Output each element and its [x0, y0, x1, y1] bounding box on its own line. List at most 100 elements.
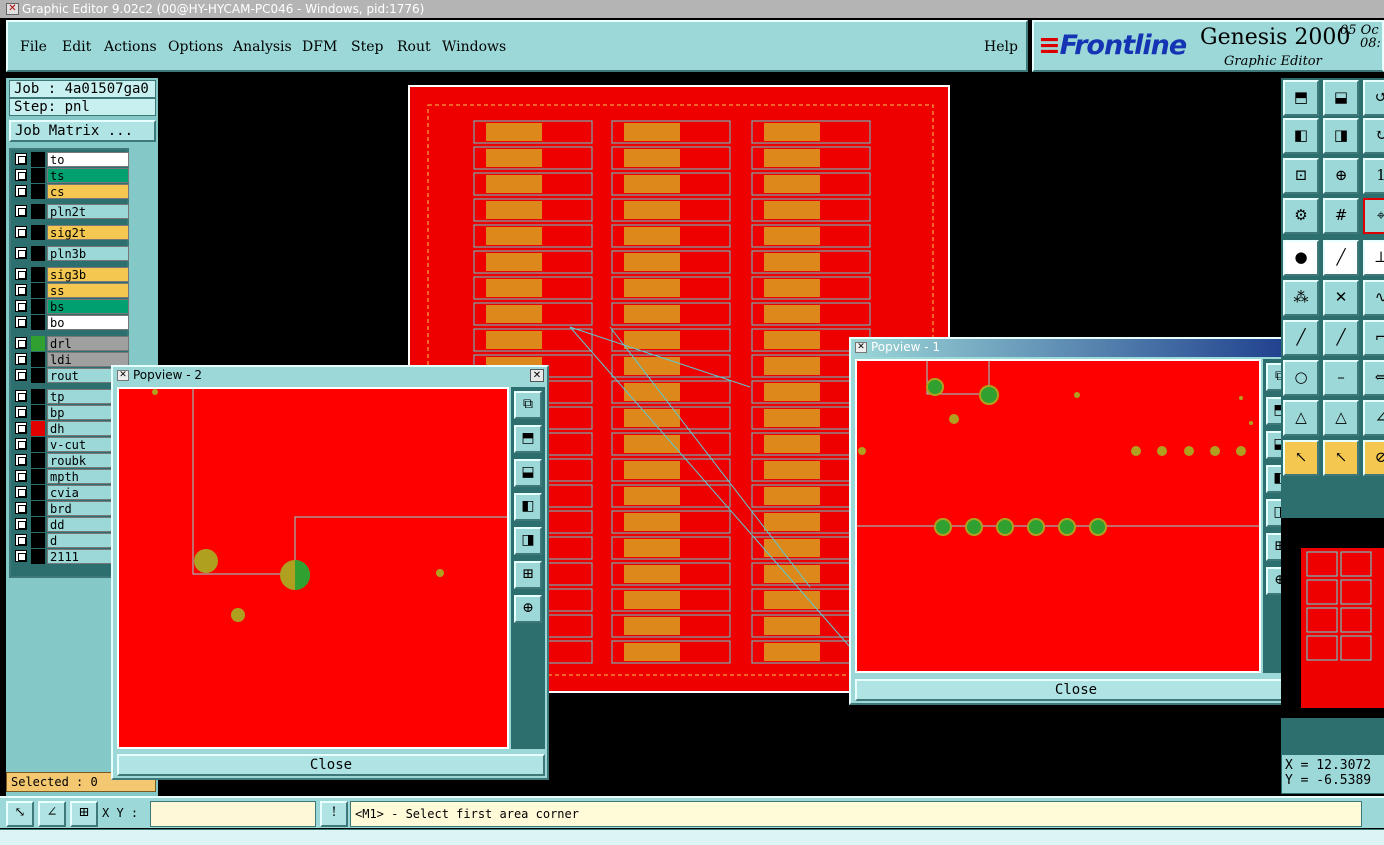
layer-name[interactable]: bo [47, 315, 129, 330]
pan-down-icon[interactable]: ⬓ [1323, 80, 1359, 116]
net-icon[interactable]: ⌖ [1363, 198, 1384, 234]
layer-checkbox[interactable] [15, 337, 27, 349]
menu-windows[interactable]: Windows [442, 39, 506, 55]
layer-checkbox[interactable] [15, 438, 27, 450]
layer-checkbox[interactable] [15, 169, 27, 181]
node-icon[interactable]: ⁂ [1283, 280, 1319, 316]
popview-1-view[interactable] [855, 359, 1261, 673]
layer-row[interactable]: ss [13, 283, 129, 298]
menu-edit[interactable]: Edit [62, 39, 91, 55]
menu-help[interactable]: Help [984, 39, 1018, 55]
menu-file[interactable]: File [20, 39, 47, 55]
zoom-in-icon[interactable]: ⊞ [514, 561, 542, 589]
layer-checkbox[interactable] [15, 369, 27, 381]
layer-checkbox[interactable] [15, 247, 27, 259]
layer-checkbox[interactable] [15, 153, 27, 165]
pan-up-icon[interactable]: ⬒ [514, 425, 542, 453]
popview-1-window[interactable]: ✕ Popview - 1 ✕ ⧉ ⬒ [849, 337, 1301, 705]
menu-rout[interactable]: Rout [397, 39, 431, 55]
undo-icon[interactable]: ↺ [1363, 80, 1384, 116]
layer-checkbox[interactable] [15, 268, 27, 280]
triangle-outline-icon[interactable]: △ [1323, 400, 1359, 436]
layer-checkbox[interactable] [15, 486, 27, 498]
menu-actions[interactable]: Actions [104, 39, 157, 55]
layer-checkbox[interactable] [15, 353, 27, 365]
layer-row[interactable]: drl [13, 336, 129, 351]
layer-name[interactable]: drl [47, 336, 129, 351]
close-icon[interactable]: ✕ [530, 369, 544, 382]
layer-row[interactable]: pln2t [13, 204, 129, 219]
layer-row[interactable]: bo [13, 315, 129, 330]
layer-name[interactable]: pln2t [47, 204, 129, 219]
layer-row[interactable]: sig2t [13, 225, 129, 240]
curve-icon[interactable]: ∿ [1363, 280, 1384, 316]
popview-1-titlebar[interactable]: ✕ Popview - 1 ✕ [851, 339, 1299, 357]
window-menu-icon[interactable]: ✕ [855, 342, 867, 353]
xy-input[interactable] [150, 801, 316, 827]
angle-mode-icon[interactable]: ∠ [38, 801, 66, 827]
layer-row[interactable]: sig3b [13, 267, 129, 282]
layer-checkbox[interactable] [15, 422, 27, 434]
line-icon[interactable]: ╱ [1323, 320, 1359, 356]
layer-row[interactable]: to [13, 152, 129, 167]
popview-1-close-button[interactable]: Close [855, 679, 1297, 701]
layer-checkbox[interactable] [15, 316, 27, 328]
layer-checkbox[interactable] [15, 300, 27, 312]
pan-right-icon[interactable]: ◨ [514, 527, 542, 555]
grid-icon[interactable]: # [1323, 198, 1359, 234]
layer-checkbox[interactable] [15, 284, 27, 296]
ruler-icon[interactable]: ⊥ [1363, 240, 1384, 276]
bracket-icon[interactable]: ⌐ [1363, 320, 1384, 356]
popview-2-close-button[interactable]: Close [117, 754, 545, 776]
layer-checkbox[interactable] [15, 226, 27, 238]
layer-checkbox[interactable] [15, 550, 27, 562]
triangle-icon[interactable]: △ [1283, 400, 1319, 436]
layer-row[interactable]: bs [13, 299, 129, 314]
overview-map[interactable] [1281, 518, 1384, 718]
info-icon[interactable]: ! [320, 801, 348, 827]
job-matrix-button[interactable]: Job Matrix ... [9, 120, 156, 142]
popview-2-view[interactable] [117, 387, 509, 749]
redo-icon[interactable]: ↻ [1363, 118, 1384, 154]
zoom-center-icon[interactable]: ⊕ [1323, 158, 1359, 194]
layer-row[interactable]: cs [13, 184, 129, 199]
layer-name[interactable]: bs [47, 299, 129, 314]
menu-analysis[interactable]: Analysis [233, 39, 292, 55]
arrow-icon[interactable]: ↖ [1283, 440, 1319, 476]
select-icon[interactable]: ↖ [1323, 440, 1359, 476]
layer-name[interactable]: sig2t [47, 225, 129, 240]
layer-checkbox[interactable] [15, 406, 27, 418]
circle-icon[interactable]: ○ [1283, 360, 1319, 396]
layer-row[interactable]: ts [13, 168, 129, 183]
pan-left-icon[interactable]: ◧ [514, 493, 542, 521]
menu-options[interactable]: Options [168, 39, 223, 55]
layer-name[interactable]: cs [47, 184, 129, 199]
layer-name[interactable]: ss [47, 283, 129, 298]
app-x-icon[interactable]: ✕ [6, 3, 19, 15]
layer-checkbox[interactable] [15, 518, 27, 530]
menu-step[interactable]: Step [351, 39, 383, 55]
line-add-icon[interactable]: ╱ [1323, 240, 1359, 276]
layer-checkbox[interactable] [15, 185, 27, 197]
pan-down-icon[interactable]: ⬓ [514, 459, 542, 487]
select-area-icon[interactable]: ⊘ [1363, 440, 1384, 476]
cross-icon[interactable]: ✕ [1323, 280, 1359, 316]
layer-checkbox[interactable] [15, 454, 27, 466]
dash-icon[interactable]: – [1323, 360, 1359, 396]
layer-name[interactable]: sig3b [47, 267, 129, 282]
popview-2-window[interactable]: ✕ Popview - 2 ✕ ⧉ ⬒ ⬓ ◧ ◨ ⊞ ⊕ Close [111, 365, 549, 780]
menu-dfm[interactable]: DFM [302, 39, 337, 55]
measure-icon[interactable]: ⇔ [1363, 360, 1384, 396]
zoom-out-icon[interactable]: ⊕ [514, 595, 542, 623]
angle-icon[interactable]: ∠ [1363, 400, 1384, 436]
layer-checkbox[interactable] [15, 205, 27, 217]
grid-mode-icon[interactable]: ⊞ [70, 801, 98, 827]
layer-checkbox[interactable] [15, 502, 27, 514]
snap-mode-icon[interactable]: ⤡ [6, 801, 34, 827]
layer-checkbox[interactable] [15, 534, 27, 546]
layer-row[interactable]: pln3b [13, 246, 129, 261]
pan-left-icon[interactable]: ◧ [1283, 118, 1319, 154]
zoom-fit-icon[interactable]: ⊡ [1283, 158, 1319, 194]
layer-name[interactable]: pln3b [47, 246, 129, 261]
snap-icon[interactable]: ⚙ [1283, 198, 1319, 234]
